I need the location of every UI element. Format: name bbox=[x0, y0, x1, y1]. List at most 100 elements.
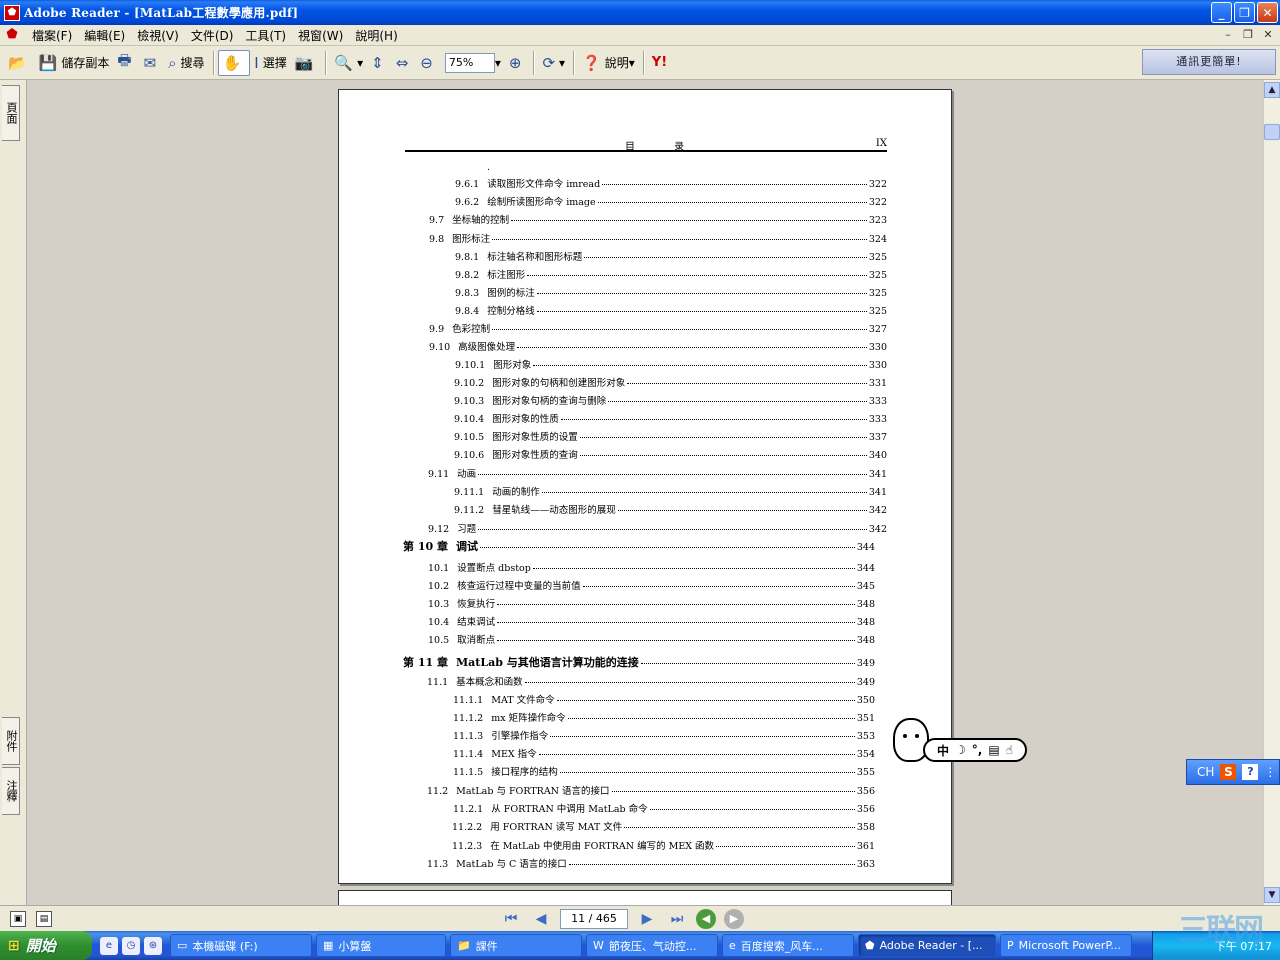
toc-leader-dots bbox=[567, 718, 855, 719]
toc-entry-title: 高级图像处理 bbox=[458, 342, 516, 353]
tab-attachments[interactable]: 附件 bbox=[2, 717, 20, 765]
go-forward-icon[interactable]: ▶ bbox=[724, 909, 744, 929]
toc-entry: 9.7 坐标轴的控制 323 bbox=[429, 212, 887, 226]
toc-entry-number: 11.1 bbox=[427, 677, 449, 688]
monitor-icon[interactable]: ▣ bbox=[10, 910, 26, 927]
first-page-icon[interactable]: ⏮ bbox=[500, 909, 522, 929]
punctuation-icon[interactable]: °, bbox=[972, 743, 983, 757]
last-page-icon[interactable]: ⏭ bbox=[666, 909, 688, 929]
toc-entry-number: 10.4 bbox=[428, 617, 450, 628]
ime-chinese-mode[interactable]: 中 bbox=[937, 742, 949, 759]
ie-icon[interactable]: e bbox=[100, 936, 118, 955]
tab-comments[interactable]: 注釋 bbox=[2, 767, 20, 815]
scroll-up-icon[interactable]: ▲ bbox=[1264, 82, 1280, 98]
sogou-ime-icon[interactable]: S bbox=[1220, 764, 1237, 780]
doc-restore-button[interactable]: ❐ bbox=[1240, 27, 1256, 43]
taskbar-button[interactable]: W 節夜压、气动控... bbox=[586, 934, 718, 957]
next-page-icon[interactable]: ▶ bbox=[636, 909, 658, 929]
drive-icon: ▭ bbox=[177, 939, 188, 952]
open-button[interactable]: 📂 bbox=[4, 50, 35, 76]
hand-icon[interactable]: ☝ bbox=[1006, 743, 1013, 757]
select-tool-button[interactable]: Ⅰ 選擇 bbox=[250, 50, 290, 76]
toc-entry: 11.2.2 用 FORTRAN 读写 MAT 文件 358 bbox=[452, 819, 875, 833]
menu-tools[interactable]: 工具(T) bbox=[239, 27, 292, 44]
toc-entry-number: 10.2 bbox=[428, 581, 450, 592]
toc-entry-title: 取消断点 bbox=[457, 635, 496, 646]
email-button[interactable]: ✉ bbox=[140, 50, 165, 76]
language-code[interactable]: CH bbox=[1197, 765, 1214, 779]
taskbar-button[interactable]: ▦ 小算盤 bbox=[316, 934, 446, 957]
toc-entry-page: 350 bbox=[856, 695, 875, 706]
toc-leader-dots bbox=[584, 257, 867, 258]
menu-help[interactable]: 說明(H) bbox=[349, 27, 403, 44]
snapshot-button[interactable]: 📷 bbox=[291, 50, 322, 76]
fit-width-button[interactable]: ⇔ bbox=[392, 50, 417, 76]
toolbar: 📂 💾 儲存副本 🖶 ✉ ⌕ 搜尋 ✋ Ⅰ 選擇 📷 🔍 ▾ ⇕ ⇔ ⊖ 75% ▾ ⊕ … bbox=[0, 46, 1280, 80]
toc-leader-dots bbox=[611, 791, 855, 792]
zoom-in-tool-button[interactable]: 🔍 ▾ bbox=[330, 50, 367, 76]
taskbar-button[interactable]: 📁 課件 bbox=[450, 934, 582, 957]
menu-edit[interactable]: 編輯(E) bbox=[78, 27, 131, 44]
calculator-icon: ▦ bbox=[323, 939, 334, 952]
fit-page-button[interactable]: ⇕ bbox=[367, 50, 392, 76]
toc-entry: 11.3 MatLab 与 C 语言的接口 363 bbox=[427, 856, 875, 870]
help-button[interactable]: ❓ 說明 ▾ bbox=[578, 50, 639, 76]
scroll-thumb[interactable] bbox=[1264, 124, 1280, 140]
toc-entry-number: 9.11.2 bbox=[454, 505, 485, 516]
toc-entry-title: MEX 指令 bbox=[491, 749, 537, 760]
tab-pages[interactable]: 頁面 bbox=[2, 85, 20, 141]
document-viewport[interactable]: 目 录 IX . 9.6.1 读取图形文件命令 imread 322 9.6.2 绘制所读… bbox=[28, 80, 1263, 905]
toc-entry-title: 标注图形 bbox=[487, 270, 526, 281]
hand-tool-button[interactable]: ✋ bbox=[217, 49, 251, 76]
search-button[interactable]: ⌕ 搜尋 bbox=[164, 50, 208, 76]
toc-entry-title: 图例的标注 bbox=[487, 288, 535, 299]
zoom-field[interactable]: 75% ▾ bbox=[441, 50, 505, 76]
menu-document[interactable]: 文件(D) bbox=[185, 27, 240, 44]
toc-leader-dots bbox=[492, 239, 867, 240]
doc-minimize-button[interactable]: – bbox=[1220, 27, 1236, 43]
rotate-button[interactable]: ⟳ ▾ bbox=[538, 50, 569, 76]
clock-app-icon[interactable]: ◷ bbox=[122, 936, 140, 955]
toc-entry-page: 345 bbox=[856, 581, 875, 592]
restore-button[interactable]: ❐ bbox=[1234, 2, 1255, 23]
ime-mascot-toolbar[interactable]: 中 ☽ °, ▤ ☝ bbox=[893, 718, 1028, 766]
moon-icon[interactable]: ☽ bbox=[955, 743, 966, 757]
page-number-input[interactable]: 11 / 465 bbox=[560, 909, 628, 929]
toc-entry-number: 9.10 bbox=[429, 342, 451, 353]
minimize-button[interactable]: _ bbox=[1211, 2, 1232, 23]
ad-banner[interactable]: 通訊更簡單! bbox=[1142, 49, 1276, 75]
toc-entry-page: 322 bbox=[868, 179, 887, 190]
taskbar-button[interactable]: ⬟ Adobe Reader - [... bbox=[858, 934, 996, 957]
zoom-out-button[interactable]: ⊖ bbox=[416, 50, 441, 76]
menu-view[interactable]: 檢視(V) bbox=[131, 27, 185, 44]
browser-icon[interactable]: ⊛ bbox=[144, 936, 162, 955]
ime-help-icon[interactable]: ? bbox=[1242, 764, 1259, 780]
chevron-down-icon[interactable]: ▾ bbox=[495, 56, 501, 70]
language-bar[interactable]: CH S ? ⋮ bbox=[1186, 759, 1280, 785]
menu-file[interactable]: 檔案(F) bbox=[26, 27, 78, 44]
zoom-input[interactable]: 75% bbox=[444, 52, 495, 73]
options-icon[interactable]: ⋮ bbox=[1264, 765, 1276, 779]
taskbar-button[interactable]: P Microsoft PowerP... bbox=[1000, 934, 1132, 957]
toc-entry: 9.8.2 标注图形 325 bbox=[455, 267, 887, 281]
doc-close-button[interactable]: ✕ bbox=[1260, 27, 1276, 43]
save-copy-button[interactable]: 💾 儲存副本 bbox=[35, 50, 114, 76]
menu-window[interactable]: 視窗(W) bbox=[292, 27, 349, 44]
yahoo-button[interactable]: Y! bbox=[648, 50, 671, 76]
toc-entry-title: 恢复执行 bbox=[457, 599, 496, 610]
toc-entry-title: 坐标轴的控制 bbox=[452, 215, 510, 226]
zoom-in-button[interactable]: ⊕ bbox=[505, 50, 530, 76]
scroll-down-icon[interactable]: ▼ bbox=[1264, 887, 1280, 903]
toc-entry: 9.10.2 图形对象的句柄和创建图形对象 331 bbox=[454, 375, 887, 389]
go-back-icon[interactable]: ◀ bbox=[696, 909, 716, 929]
print-button[interactable]: 🖶 bbox=[113, 50, 139, 76]
start-button[interactable]: ⊞ 開始 bbox=[0, 931, 92, 960]
keyboard-icon[interactable]: ▤ bbox=[988, 743, 999, 757]
page-layout-icon[interactable]: ▤ bbox=[36, 910, 52, 927]
toc-leader-dots bbox=[560, 419, 867, 420]
taskbar-button[interactable]: e 百度搜索_风车... bbox=[722, 934, 854, 957]
previous-page-icon[interactable]: ◀ bbox=[530, 909, 552, 929]
ime-mode-bar[interactable]: 中 ☽ °, ▤ ☝ bbox=[923, 738, 1027, 762]
taskbar-button[interactable]: ▭ 本機磁碟 (F:) bbox=[170, 934, 312, 957]
close-button[interactable]: ✕ bbox=[1257, 2, 1278, 23]
